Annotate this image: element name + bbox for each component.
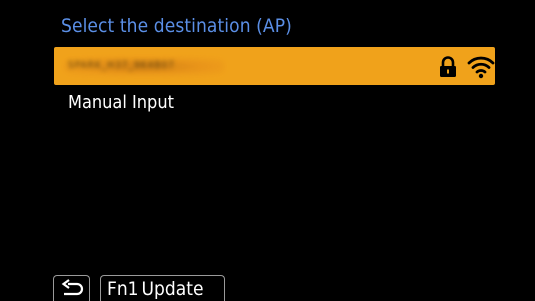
- wifi-signal-icon: [467, 56, 495, 79]
- ap-list-item-selected[interactable]: SPARK_H37_9K4B07: [54, 47, 495, 85]
- page-title: Select the destination (AP): [61, 15, 292, 37]
- update-action-label: Update: [141, 277, 204, 300]
- fn1-key-label: Fn1: [107, 277, 139, 300]
- manual-input-item[interactable]: Manual Input: [68, 91, 174, 115]
- lock-icon: [440, 56, 456, 77]
- back-button[interactable]: [53, 275, 90, 301]
- return-arrow-icon: [61, 278, 83, 295]
- fn1-update-button[interactable]: Fn1 Update: [100, 275, 225, 301]
- ap-select-screen: Select the destination (AP) SPARK_H37_9K…: [0, 0, 535, 301]
- ap-list: SPARK_H37_9K4B07: [54, 47, 495, 85]
- ssid-label: SPARK_H37_9K4B07: [68, 60, 175, 71]
